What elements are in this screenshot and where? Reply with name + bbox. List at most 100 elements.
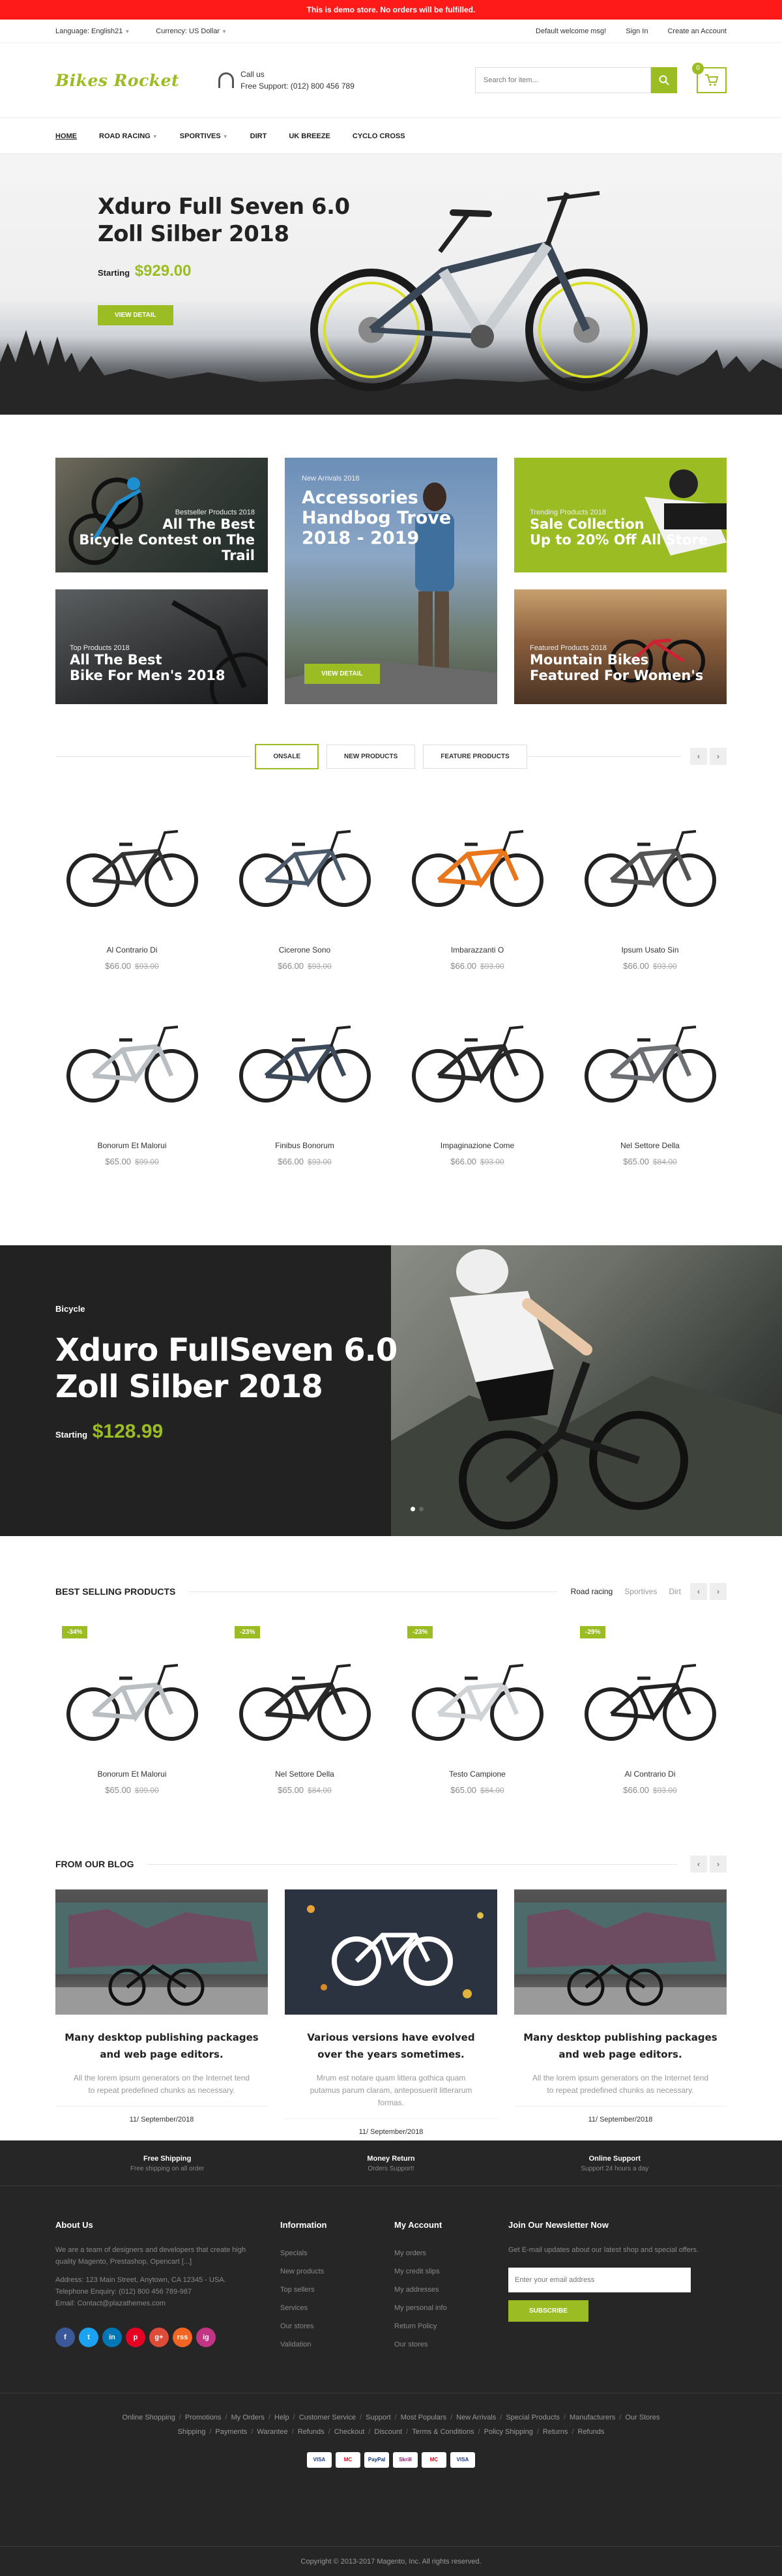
footer-link[interactable]: My personal info bbox=[394, 2299, 508, 2317]
product-image[interactable] bbox=[55, 1626, 209, 1750]
product-image[interactable] bbox=[573, 1626, 727, 1750]
prev-arrow-icon[interactable]: ‹ bbox=[690, 1583, 707, 1600]
product-image[interactable] bbox=[228, 1011, 381, 1115]
footer-bottom-link[interactable]: Most Populars bbox=[401, 2414, 446, 2421]
banner-featured[interactable]: Featured Products 2018 Mountain Bikes Fe… bbox=[514, 589, 727, 704]
product-card[interactable]: -23% Testo Campione $65.00 $84.00 bbox=[401, 1626, 554, 1841]
product-name[interactable]: Finibus Bonorum bbox=[228, 1141, 381, 1150]
footer-link[interactable]: Validation bbox=[280, 2335, 394, 2354]
banner-trending[interactable]: Trending Products 2018 Sale Collection U… bbox=[514, 458, 727, 572]
currency-switcher[interactable]: Currency: US Dollar ▼ bbox=[156, 27, 227, 35]
blog-post-image[interactable] bbox=[285, 1889, 497, 2015]
subscribe-button[interactable]: Subscribe bbox=[508, 2300, 588, 2322]
blog-post[interactable]: Various versions have evolved over the y… bbox=[285, 1889, 497, 2136]
footer-bottom-link[interactable]: Special Products bbox=[506, 2414, 560, 2421]
product-name[interactable]: Nel Settore Della bbox=[228, 1769, 381, 1779]
footer-bottom-link[interactable]: Payments bbox=[215, 2428, 247, 2436]
product-card[interactable]: Imbarazzanti O $66.00 $93.00 bbox=[401, 795, 554, 991]
footer-bottom-link[interactable]: Terms & Conditions bbox=[412, 2428, 474, 2436]
product-card[interactable]: Impaginazione Come $66.00 $93.00 bbox=[401, 991, 554, 1187]
prev-arrow-icon[interactable]: ‹ bbox=[690, 1856, 707, 1873]
blog-post-title[interactable]: Many desktop publishing packages and web… bbox=[514, 2029, 727, 2063]
tab-new-products[interactable]: New Products bbox=[326, 744, 416, 769]
tab-feature-products[interactable]: Feature Products bbox=[423, 744, 527, 769]
logo[interactable]: Bikes Rocket bbox=[55, 71, 179, 90]
product-image[interactable] bbox=[573, 815, 727, 919]
product-image[interactable] bbox=[401, 1011, 554, 1115]
banner-new-arrivals[interactable]: New Arrivals 2018 Accessories Handbog Tr… bbox=[285, 458, 497, 704]
tab-onsale[interactable]: Onsale bbox=[255, 743, 319, 769]
footer-link[interactable]: My addresses bbox=[394, 2281, 508, 2299]
product-name[interactable]: Al Contrario Di bbox=[55, 945, 209, 955]
product-image[interactable] bbox=[55, 815, 209, 919]
instagram-icon[interactable]: ig bbox=[196, 2328, 216, 2347]
product-card[interactable]: -34% Bonorum Et Malorui $65.00 $99.00 bbox=[55, 1626, 209, 1841]
footer-bottom-link[interactable]: Checkout bbox=[334, 2428, 364, 2436]
product-image[interactable] bbox=[401, 1626, 554, 1750]
product-image[interactable] bbox=[228, 815, 381, 919]
footer-link[interactable]: Our stores bbox=[280, 2317, 394, 2335]
create-account-link[interactable]: Create an Account bbox=[667, 27, 727, 35]
footer-bottom-link[interactable]: Online Shopping bbox=[122, 2414, 175, 2421]
footer-link[interactable]: Services bbox=[280, 2299, 394, 2317]
category-sportives[interactable]: Sportives bbox=[624, 1587, 657, 1596]
nav-item-uk-breeze[interactable]: UK Breeze bbox=[289, 132, 330, 140]
product-card[interactable]: -23% Nel Settore Della $65.00 $84.00 bbox=[228, 1626, 381, 1841]
banner-view-detail-button[interactable]: View Detail bbox=[304, 664, 380, 684]
nav-item-road-racing[interactable]: Road racing ▼ bbox=[99, 132, 158, 140]
product-image[interactable] bbox=[573, 1011, 727, 1115]
blog-post-title[interactable]: Various versions have evolved over the y… bbox=[285, 2029, 497, 2063]
blog-post-image[interactable] bbox=[55, 1889, 268, 2015]
product-name[interactable]: Nel Settore Della bbox=[573, 1141, 727, 1150]
next-arrow-icon[interactable]: › bbox=[710, 1583, 727, 1600]
prev-arrow-icon[interactable]: ‹ bbox=[690, 748, 707, 765]
product-name[interactable]: Testo Campione bbox=[401, 1769, 554, 1779]
sign-in-link[interactable]: Sign In bbox=[626, 27, 648, 35]
footer-link[interactable]: Return Policy bbox=[394, 2317, 508, 2335]
footer-bottom-link[interactable]: My Orders bbox=[231, 2414, 265, 2421]
footer-link[interactable]: Our stores bbox=[394, 2335, 508, 2354]
footer-bottom-link[interactable]: Warantee bbox=[257, 2428, 287, 2436]
footer-link[interactable]: New products bbox=[280, 2262, 394, 2281]
product-image[interactable] bbox=[401, 815, 554, 919]
next-arrow-icon[interactable]: › bbox=[710, 748, 727, 765]
search-input[interactable] bbox=[475, 67, 651, 93]
footer-bottom-link[interactable]: Refunds bbox=[298, 2428, 325, 2436]
banner-bestseller[interactable]: Bestseller Products 2018 All The Best Bi… bbox=[55, 458, 268, 572]
footer-bottom-link[interactable]: Manufacturers bbox=[570, 2414, 615, 2421]
product-card[interactable]: Finibus Bonorum $66.00 $93.00 bbox=[228, 991, 381, 1187]
slider-dot[interactable] bbox=[411, 1507, 415, 1511]
footer-bottom-link[interactable]: Policy Shipping bbox=[484, 2428, 533, 2436]
footer-bottom-link[interactable]: Returns bbox=[543, 2428, 568, 2436]
linkedin-icon[interactable]: in bbox=[102, 2328, 122, 2347]
product-card[interactable]: Nel Settore Della $65.00 $84.00 bbox=[573, 991, 727, 1187]
product-name[interactable]: Impaginazione Come bbox=[401, 1141, 554, 1150]
nav-item-dirt[interactable]: Dirt bbox=[250, 132, 267, 140]
product-card[interactable]: Bonorum Et Malorui $65.00 $99.00 bbox=[55, 991, 209, 1187]
slider-dot[interactable] bbox=[419, 1507, 424, 1511]
product-image[interactable] bbox=[228, 1626, 381, 1750]
product-name[interactable]: Bonorum Et Malorui bbox=[55, 1769, 209, 1779]
product-name[interactable]: Bonorum Et Malorui bbox=[55, 1141, 209, 1150]
search-button[interactable] bbox=[651, 67, 677, 93]
footer-link[interactable]: Top sellers bbox=[280, 2281, 394, 2299]
product-card[interactable]: Ipsum Usato Sin $66.00 $93.00 bbox=[573, 795, 727, 991]
footer-bottom-link[interactable]: Customer Service bbox=[299, 2414, 356, 2421]
blog-post[interactable]: Many desktop publishing packages and web… bbox=[55, 1889, 268, 2136]
twitter-icon[interactable]: t bbox=[79, 2328, 98, 2347]
nav-item-home[interactable]: Home bbox=[55, 132, 77, 140]
blog-post-title[interactable]: Many desktop publishing packages and web… bbox=[55, 2029, 268, 2063]
footer-bottom-link[interactable]: Our Stores bbox=[625, 2414, 659, 2421]
next-arrow-icon[interactable]: › bbox=[710, 1856, 727, 1873]
footer-bottom-link[interactable]: Discount bbox=[374, 2428, 402, 2436]
footer-link[interactable]: My orders bbox=[394, 2244, 508, 2262]
product-image[interactable] bbox=[55, 1011, 209, 1115]
footer-bottom-link[interactable]: Refunds bbox=[578, 2428, 605, 2436]
banner-top-products[interactable]: Top Products 2018 All The Best Bike For … bbox=[55, 589, 268, 704]
hero-view-detail-button[interactable]: View Detail bbox=[98, 305, 173, 325]
language-switcher[interactable]: Language: English21 ▼ bbox=[55, 27, 130, 35]
footer-link[interactable]: Specials bbox=[280, 2244, 394, 2262]
category-road-racing[interactable]: Road racing bbox=[571, 1587, 613, 1596]
google-plus-icon[interactable]: g+ bbox=[149, 2328, 169, 2347]
footer-bottom-link[interactable]: New Arrivals bbox=[456, 2414, 496, 2421]
